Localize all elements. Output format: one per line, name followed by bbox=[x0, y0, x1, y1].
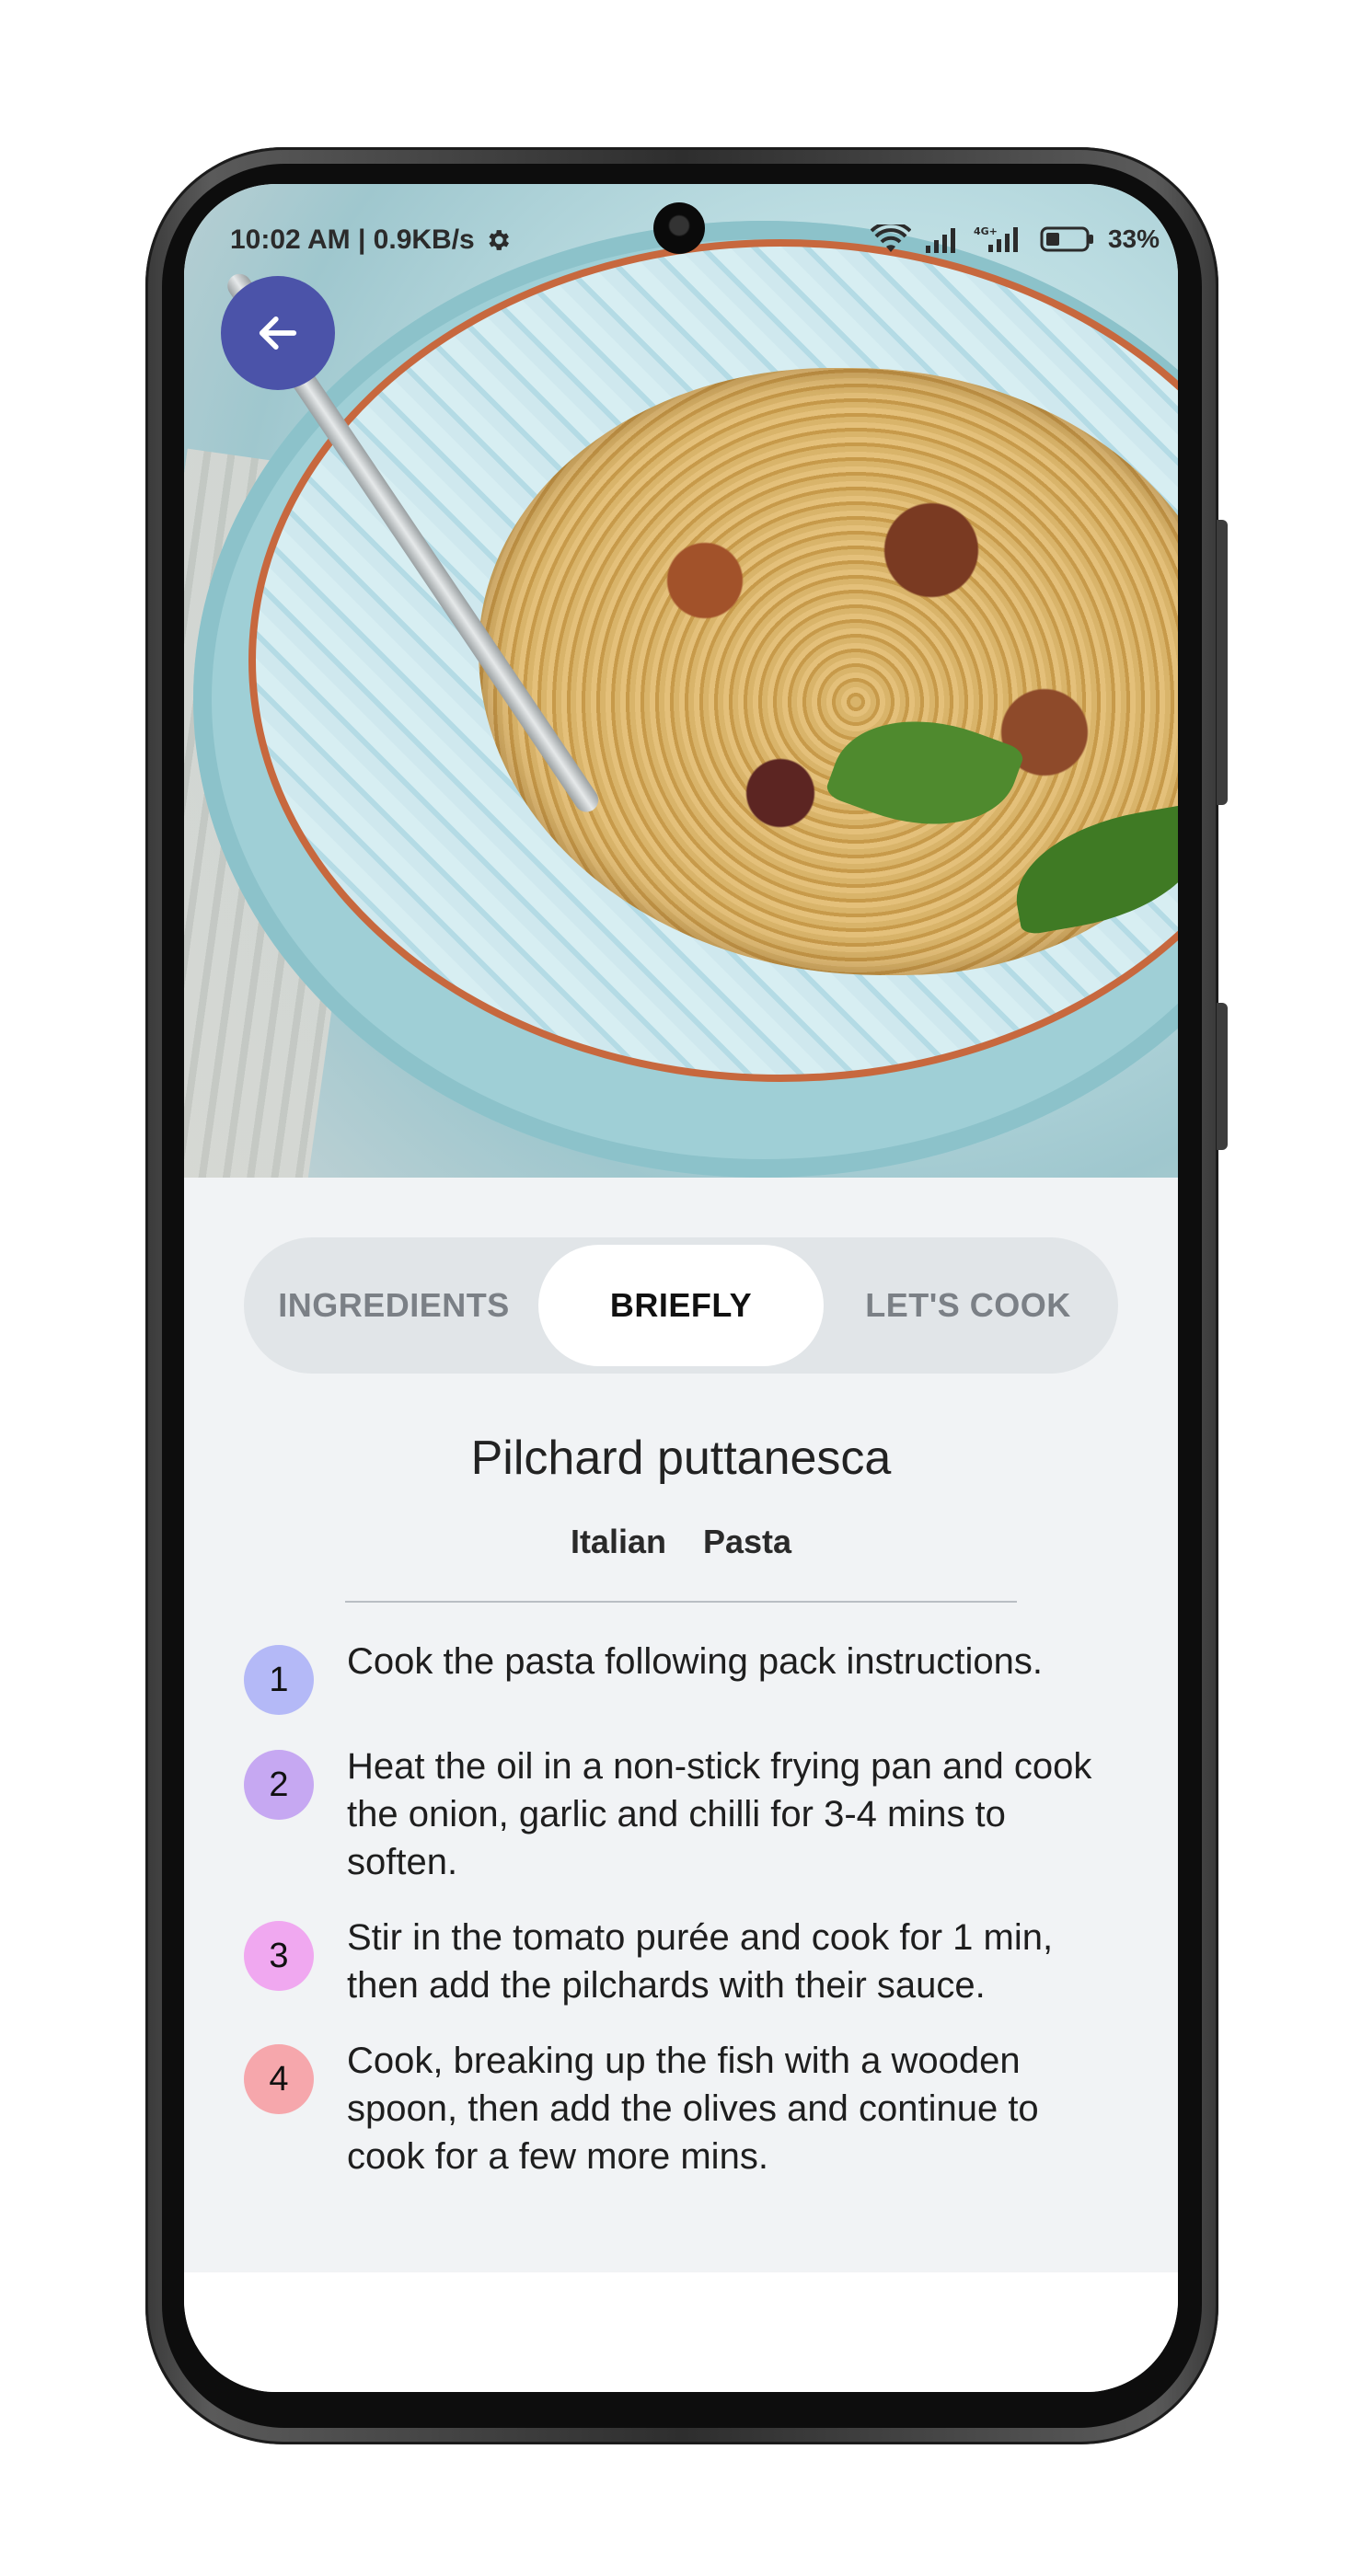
step-number-badge: 3 bbox=[244, 1921, 314, 1991]
svg-text:4G+: 4G+ bbox=[974, 225, 998, 237]
list-item: 1 Cook the pasta following pack instruct… bbox=[244, 1638, 1118, 1715]
list-item: 4 Cook, breaking up the fish with a wood… bbox=[244, 2037, 1118, 2180]
status-time: 10:02 AM | 0.9KB/s bbox=[230, 224, 475, 255]
tag-cuisine: Italian bbox=[570, 1523, 666, 1560]
battery-level: 33% bbox=[1107, 224, 1160, 253]
list-item: 2 Heat the oil in a non-stick frying pan… bbox=[244, 1742, 1118, 1886]
divider bbox=[345, 1601, 1017, 1603]
battery-icon bbox=[1040, 224, 1095, 254]
step-list: 1 Cook the pasta following pack instruct… bbox=[244, 1638, 1118, 2208]
step-number-badge: 2 bbox=[244, 1750, 314, 1820]
step-text: Cook the pasta following pack instructio… bbox=[347, 1641, 1043, 1682]
list-item: 3 Stir in the tomato purée and cook for … bbox=[244, 1914, 1118, 2009]
step-number-badge: 4 bbox=[244, 2044, 314, 2114]
front-camera bbox=[653, 202, 705, 254]
step-text: Heat the oil in a non-stick frying pan a… bbox=[347, 1746, 1092, 1882]
tab-briefly[interactable]: BRIEFLY bbox=[538, 1245, 824, 1366]
power-button bbox=[1217, 1003, 1228, 1150]
wifi-icon bbox=[870, 224, 911, 254]
signal-icon bbox=[924, 225, 961, 253]
tag-category: Pasta bbox=[702, 1523, 792, 1560]
segmented-tabs: INGREDIENTS BRIEFLY LET'S COOK bbox=[244, 1237, 1118, 1374]
back-button[interactable] bbox=[221, 276, 335, 390]
bottom-nav-area bbox=[184, 2272, 1178, 2392]
step-number-badge: 1 bbox=[244, 1645, 314, 1715]
status-right: 4G+ 33% bbox=[870, 224, 1160, 254]
volume-button bbox=[1217, 520, 1228, 805]
step-text: Cook, breaking up the fish with a wooden… bbox=[347, 2041, 1039, 2177]
recipe-title: Pilchard puttanesca bbox=[470, 1432, 892, 1485]
tab-lets-cook[interactable]: LET'S COOK bbox=[825, 1245, 1111, 1366]
gear-icon bbox=[484, 226, 512, 254]
arrow-left-icon bbox=[254, 309, 302, 357]
status-left: 10:02 AM | 0.9KB/s bbox=[230, 224, 512, 256]
tab-ingredients[interactable]: INGREDIENTS bbox=[251, 1245, 537, 1366]
recipe-tags: Italian Pasta bbox=[184, 1523, 1178, 1561]
step-text: Stir in the tomato purée and cook for 1 … bbox=[347, 1917, 1054, 2006]
app-screen: 10:02 AM | 0.9KB/s 4G+ 33% INGREDIENTS B… bbox=[184, 184, 1178, 2392]
signal-4g-icon: 4G+ bbox=[974, 224, 1027, 254]
status-bar: 10:02 AM | 0.9KB/s 4G+ 33% bbox=[184, 184, 1178, 276]
